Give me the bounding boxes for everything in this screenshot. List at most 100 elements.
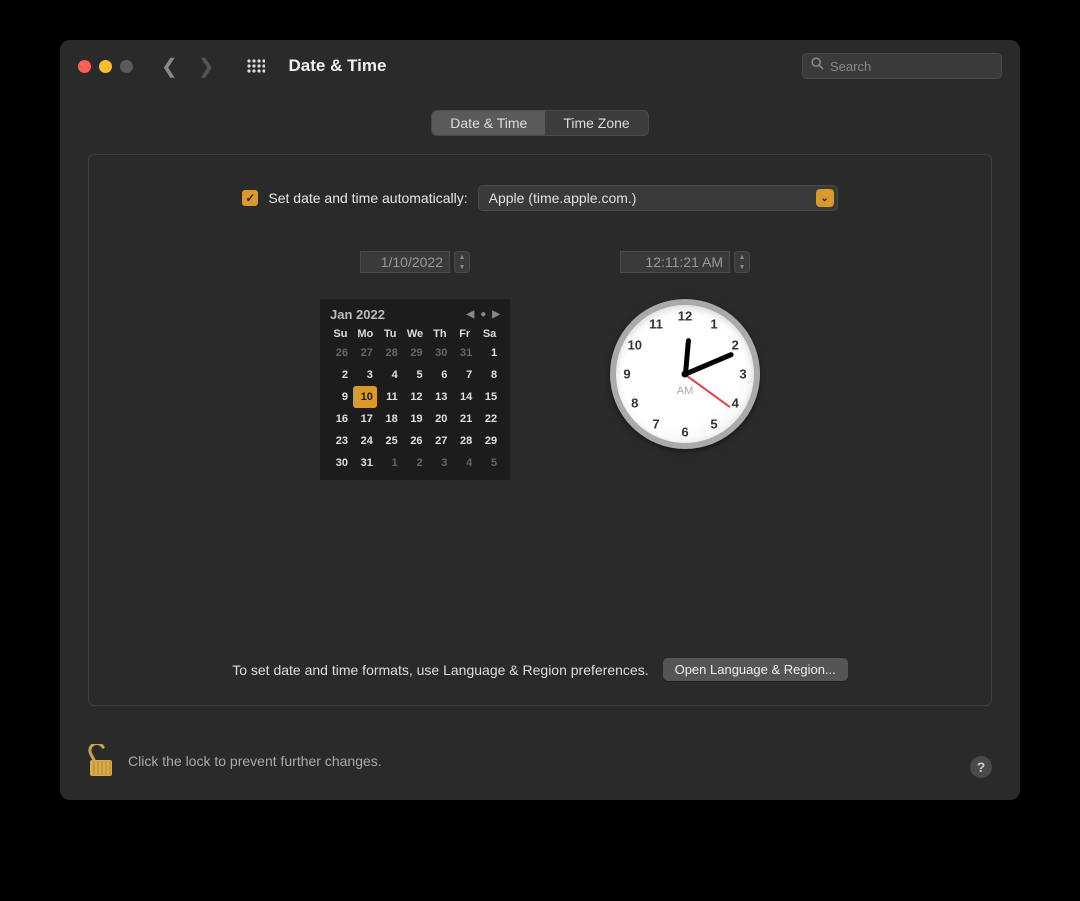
calendar-day[interactable]: 19 (403, 408, 427, 430)
lock-icon[interactable] (88, 744, 114, 778)
calendar-header: Jan 2022 ◀ ● ▶ (328, 307, 502, 326)
open-language-region-button[interactable]: Open Language & Region... (663, 658, 848, 681)
date-stepper[interactable]: ▲ ▼ (454, 251, 470, 273)
calendar-day[interactable]: 18 (378, 408, 402, 430)
calendar-day[interactable]: 2 (328, 364, 352, 386)
calendar-day[interactable]: 16 (328, 408, 352, 430)
calendar-day[interactable]: 28 (378, 342, 402, 364)
calendar-day[interactable]: 7 (452, 364, 476, 386)
calendar[interactable]: Jan 2022 ◀ ● ▶ SuMoTuWeThFrSa26272829303… (320, 299, 510, 480)
calendar-day[interactable]: 30 (427, 342, 451, 364)
clock-number: 12 (675, 309, 695, 324)
calendar-prev-icon[interactable]: ◀ (467, 309, 475, 320)
tab-time-zone[interactable]: Time Zone (545, 111, 647, 135)
calendar-day[interactable]: 3 (353, 364, 377, 386)
clock-minute-hand (684, 351, 734, 376)
stepper-up-icon[interactable]: ▲ (455, 252, 469, 262)
clock-number: 8 (625, 396, 645, 411)
zoom-button[interactable] (120, 60, 133, 73)
calendar-day[interactable]: 29 (477, 430, 501, 452)
clock-number: 7 (646, 417, 666, 432)
calendar-day[interactable]: 24 (353, 430, 377, 452)
search-icon (811, 57, 824, 75)
calendar-dow: Fr (452, 326, 477, 342)
calendar-day[interactable]: 9 (328, 386, 352, 408)
auto-checkbox[interactable]: ✓ (242, 190, 258, 206)
calendar-day[interactable]: 28 (452, 430, 476, 452)
tab-bar: Date & TimeTime Zone (431, 110, 648, 136)
calendar-day[interactable]: 21 (452, 408, 476, 430)
stepper-down-icon[interactable]: ▼ (735, 262, 749, 272)
show-all-icon[interactable] (247, 59, 265, 73)
calendar-day[interactable]: 23 (328, 430, 352, 452)
server-dropdown-button[interactable]: ⌄ (816, 189, 834, 207)
content: Date & TimeTime Zone ✓ Set date and time… (60, 92, 1020, 726)
calendar-day[interactable]: 4 (378, 364, 402, 386)
calendar-day[interactable]: 26 (328, 342, 352, 364)
stepper-up-icon[interactable]: ▲ (735, 252, 749, 262)
calendar-day[interactable]: 15 (477, 386, 501, 408)
calendar-day[interactable]: 30 (328, 452, 352, 474)
clock-number: 5 (704, 417, 724, 432)
clock-number: 3 (733, 367, 753, 382)
lock-text: Click the lock to prevent further change… (128, 753, 382, 769)
calendar-dow: Mo (353, 326, 378, 342)
calendar-day[interactable]: 3 (427, 452, 451, 474)
calendar-day[interactable]: 5 (403, 364, 427, 386)
calendar-day[interactable]: 31 (353, 452, 377, 474)
calendar-nav: ◀ ● ▶ (467, 309, 500, 320)
calendar-day[interactable]: 20 (427, 408, 451, 430)
window-title: Date & Time (289, 56, 387, 76)
calendar-month-label: Jan 2022 (330, 307, 385, 322)
calendar-dow: Su (328, 326, 353, 342)
calendar-dow: Tu (378, 326, 403, 342)
tab-date-time[interactable]: Date & Time (432, 111, 545, 135)
calendar-day[interactable]: 6 (427, 364, 451, 386)
calendar-grid: SuMoTuWeThFrSa26272829303112345678910111… (328, 326, 502, 474)
close-button[interactable] (78, 60, 91, 73)
calendar-next-icon[interactable]: ▶ (492, 309, 500, 320)
time-field[interactable]: ▲ ▼ (620, 251, 750, 273)
time-server-field[interactable]: Apple (time.apple.com.) ⌄ (478, 185, 838, 211)
calendar-day[interactable]: 13 (427, 386, 451, 408)
time-stepper[interactable]: ▲ ▼ (734, 251, 750, 273)
date-field[interactable]: ▲ ▼ (360, 251, 470, 273)
calendar-day[interactable]: 1 (477, 342, 501, 364)
calendar-day[interactable]: 29 (403, 342, 427, 364)
calendar-day[interactable]: 26 (403, 430, 427, 452)
calendar-day[interactable]: 25 (378, 430, 402, 452)
clock-number: 6 (675, 425, 695, 440)
calendar-day[interactable]: 11 (378, 386, 402, 408)
calendar-day[interactable]: 5 (477, 452, 501, 474)
calendar-day[interactable]: 8 (477, 364, 501, 386)
calendar-day[interactable]: 22 (477, 408, 501, 430)
calendar-day[interactable]: 1 (378, 452, 402, 474)
preferences-window: ❮ ❯ Date & Time Date & TimeTime Zone (60, 40, 1020, 800)
analog-clock: AM 121234567891011 (610, 299, 760, 449)
clock-number: 11 (646, 316, 666, 331)
calendar-day[interactable]: 27 (353, 342, 377, 364)
stepper-down-icon[interactable]: ▼ (455, 262, 469, 272)
settings-panel: ✓ Set date and time automatically: Apple… (88, 154, 992, 706)
calendar-day[interactable]: 27 (427, 430, 451, 452)
search-field[interactable] (802, 53, 1002, 79)
back-button[interactable]: ❮ (161, 54, 178, 79)
search-input[interactable] (830, 59, 1006, 74)
auto-row: ✓ Set date and time automatically: Apple… (242, 185, 837, 211)
forward-button[interactable]: ❯ (198, 54, 215, 79)
minimize-button[interactable] (99, 60, 112, 73)
date-input[interactable] (360, 251, 450, 273)
calendar-day[interactable]: 2 (403, 452, 427, 474)
calendar-day[interactable]: 31 (452, 342, 476, 364)
calendar-day[interactable]: 10 (353, 386, 377, 408)
calendar-day[interactable]: 12 (403, 386, 427, 408)
calendar-day[interactable]: 14 (452, 386, 476, 408)
window-controls (78, 60, 133, 73)
help-button[interactable]: ? (970, 756, 992, 778)
calendar-today-icon[interactable]: ● (480, 309, 486, 320)
calendar-day[interactable]: 4 (452, 452, 476, 474)
clock-number: 9 (617, 367, 637, 382)
time-input[interactable] (620, 251, 730, 273)
calendar-day[interactable]: 17 (353, 408, 377, 430)
columns: ▲ ▼ Jan 2022 ◀ ● ▶ Su (129, 251, 951, 480)
